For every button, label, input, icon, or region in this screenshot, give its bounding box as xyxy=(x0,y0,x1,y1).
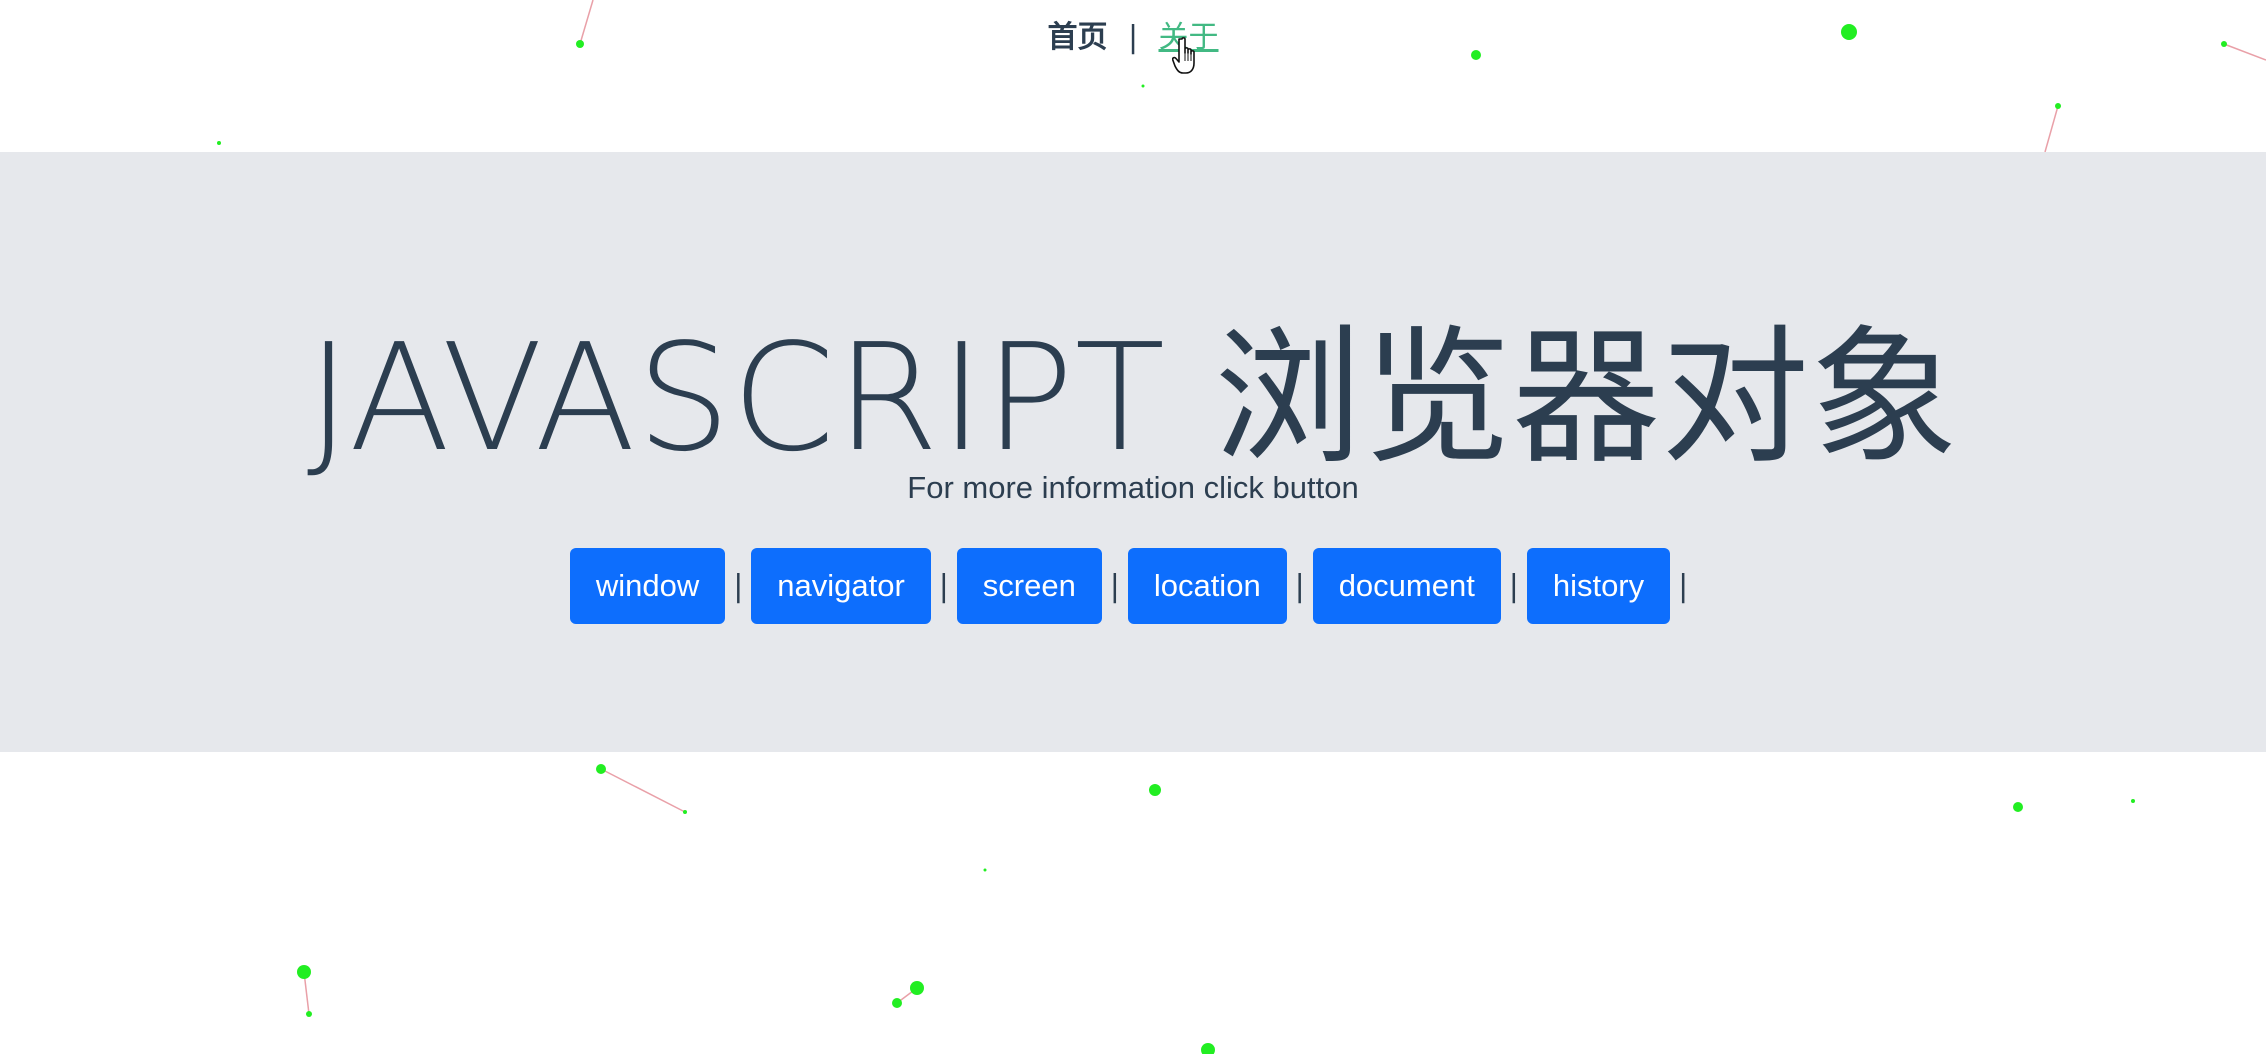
screen-button[interactable]: screen xyxy=(956,548,1102,624)
particle-dot xyxy=(1201,1043,1215,1054)
page-title: JAVASCRIPT 浏览器对象 xyxy=(306,312,1960,484)
button-separator: | xyxy=(1294,568,1305,604)
nav-separator: | xyxy=(1127,20,1139,55)
button-separator: | xyxy=(938,568,949,604)
particle-dot xyxy=(1141,84,1145,88)
particle-dot xyxy=(2013,802,2023,812)
particle-dot xyxy=(297,965,311,979)
history-button[interactable]: history xyxy=(1526,548,1671,624)
location-button[interactable]: location xyxy=(1127,548,1287,624)
jumbotron: JAVASCRIPT 浏览器对象 For more information cl… xyxy=(0,152,2266,752)
page: 首页 | 关于 JAVASCRIPT 浏览器对象 For more inform… xyxy=(0,0,2266,1054)
button-separator: | xyxy=(1508,568,1519,604)
particle-dot xyxy=(910,981,924,995)
navigator-button[interactable]: navigator xyxy=(751,548,931,624)
particle-dot xyxy=(892,998,902,1008)
top-nav: 首页 | 关于 xyxy=(0,12,2266,56)
page-subtitle: For more information click button xyxy=(907,470,1359,505)
hand-cursor-icon xyxy=(1172,37,1195,74)
particle-dot xyxy=(1149,784,1161,796)
button-separator: | xyxy=(1109,568,1120,604)
button-row: window | navigator | screen | location |… xyxy=(0,548,2266,624)
particle-dot xyxy=(983,868,987,872)
particle-dot xyxy=(596,764,606,774)
particle-dot xyxy=(306,1011,312,1017)
button-separator: | xyxy=(733,568,744,604)
document-button[interactable]: document xyxy=(1312,548,1501,624)
window-button[interactable]: window xyxy=(569,548,726,624)
particle-dot xyxy=(683,810,687,814)
particle-dot xyxy=(2055,103,2061,109)
button-separator: | xyxy=(1678,568,1689,604)
nav-link-home[interactable]: 首页 xyxy=(1047,20,1107,55)
particle-link xyxy=(2044,105,2059,153)
particle-dot xyxy=(2131,799,2135,803)
particle-dot xyxy=(217,141,221,145)
particle-link xyxy=(600,768,686,813)
